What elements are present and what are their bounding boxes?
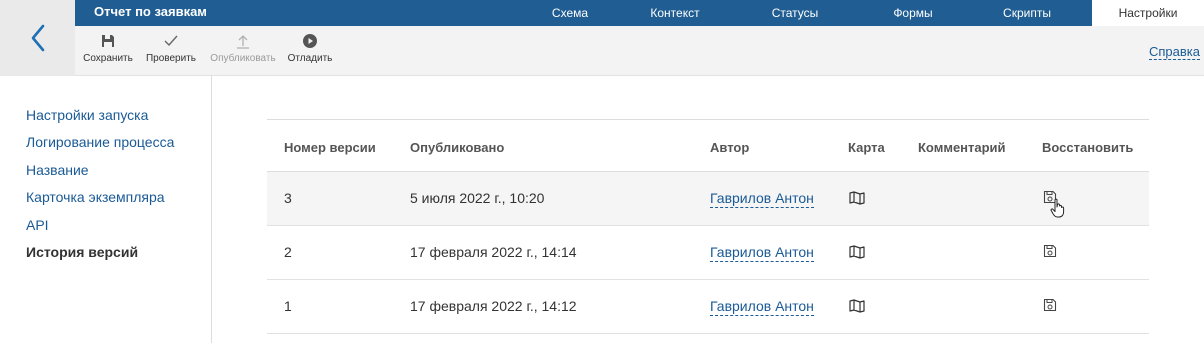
sidebar-item-name[interactable]: Название <box>26 162 89 178</box>
play-circle-icon <box>303 34 317 48</box>
check-button[interactable]: Проверить <box>143 29 199 73</box>
save-button[interactable]: Сохранить <box>83 29 133 73</box>
table-header: Номер версии Опубликовано Автор Карта Ко… <box>267 119 1149 172</box>
map-icon[interactable] <box>849 299 865 313</box>
debug-label: Отладить <box>287 53 333 64</box>
published-date: 17 февраля 2022 г., 14:12 <box>410 298 577 314</box>
version-number: 2 <box>284 244 292 260</box>
version-number: 1 <box>284 298 292 314</box>
upload-icon <box>237 35 249 49</box>
save-icon <box>102 35 114 47</box>
app-title: Отчет по заявкам <box>94 4 207 19</box>
column-header-map: Карта <box>848 140 885 155</box>
save-label: Сохранить <box>83 53 133 64</box>
table-row: 1 17 февраля 2022 г., 14:12 Гаврилов Ант… <box>267 280 1149 334</box>
tab-settings[interactable]: Настройки <box>1092 0 1204 26</box>
restore-icon[interactable] <box>1043 244 1057 258</box>
sidebar-item-process-logging[interactable]: Логирование процесса <box>26 134 174 150</box>
top-bar: Отчет по заявкам Схема Контекст Статусы … <box>75 0 1204 26</box>
column-header-version: Номер версии <box>284 140 376 155</box>
publish-label: Опубликовать <box>210 53 276 64</box>
help-link[interactable]: Справка <box>1149 44 1200 60</box>
debug-button[interactable]: Отладить <box>285 29 335 73</box>
checkmark-icon <box>164 35 178 47</box>
map-icon[interactable] <box>849 245 865 259</box>
table-row: 3 5 июля 2022 г., 10:20 Гаврилов Антон <box>267 172 1149 226</box>
author-link[interactable]: Гаврилов Антон <box>710 298 814 316</box>
restore-icon[interactable] <box>1043 298 1057 312</box>
toolbar: Сохранить Проверить Опубликовать Отладит… <box>75 26 1204 76</box>
tab-forms[interactable]: Формы <box>873 0 953 26</box>
column-header-published: Опубликовано <box>410 140 505 155</box>
hand-cursor-icon <box>1050 198 1065 218</box>
tab-schema[interactable]: Схема <box>530 0 610 26</box>
table-row: 2 17 февраля 2022 г., 14:14 Гаврилов Ант… <box>267 226 1149 280</box>
tab-context[interactable]: Контекст <box>635 0 715 26</box>
version-history-table: Номер версии Опубликовано Автор Карта Ко… <box>267 119 1149 334</box>
sidebar-item-launch-settings[interactable]: Настройки запуска <box>26 107 148 123</box>
author-link[interactable]: Гаврилов Антон <box>710 244 814 262</box>
back-button[interactable] <box>0 0 75 76</box>
column-header-restore: Восстановить <box>1042 140 1134 155</box>
sidebar-item-version-history[interactable]: История версий <box>26 244 138 260</box>
column-header-author: Автор <box>710 140 750 155</box>
author-link[interactable]: Гаврилов Антон <box>710 190 814 208</box>
map-icon[interactable] <box>849 191 865 205</box>
sidebar-item-instance-card[interactable]: Карточка экземпляра <box>26 189 165 205</box>
column-header-comment: Комментарий <box>918 140 1006 155</box>
tab-statuses[interactable]: Статусы <box>755 0 835 26</box>
version-number: 3 <box>284 190 292 206</box>
settings-sidebar: Настройки запуска Логирование процесса Н… <box>0 76 212 343</box>
check-label: Проверить <box>145 53 196 64</box>
published-date: 5 июля 2022 г., 10:20 <box>410 190 545 206</box>
chevron-left-icon <box>31 24 44 52</box>
publish-button[interactable]: Опубликовать <box>209 29 277 73</box>
tab-scripts[interactable]: Скрипты <box>987 0 1067 26</box>
published-date: 17 февраля 2022 г., 14:14 <box>410 244 577 260</box>
sidebar-item-api[interactable]: API <box>26 217 49 233</box>
